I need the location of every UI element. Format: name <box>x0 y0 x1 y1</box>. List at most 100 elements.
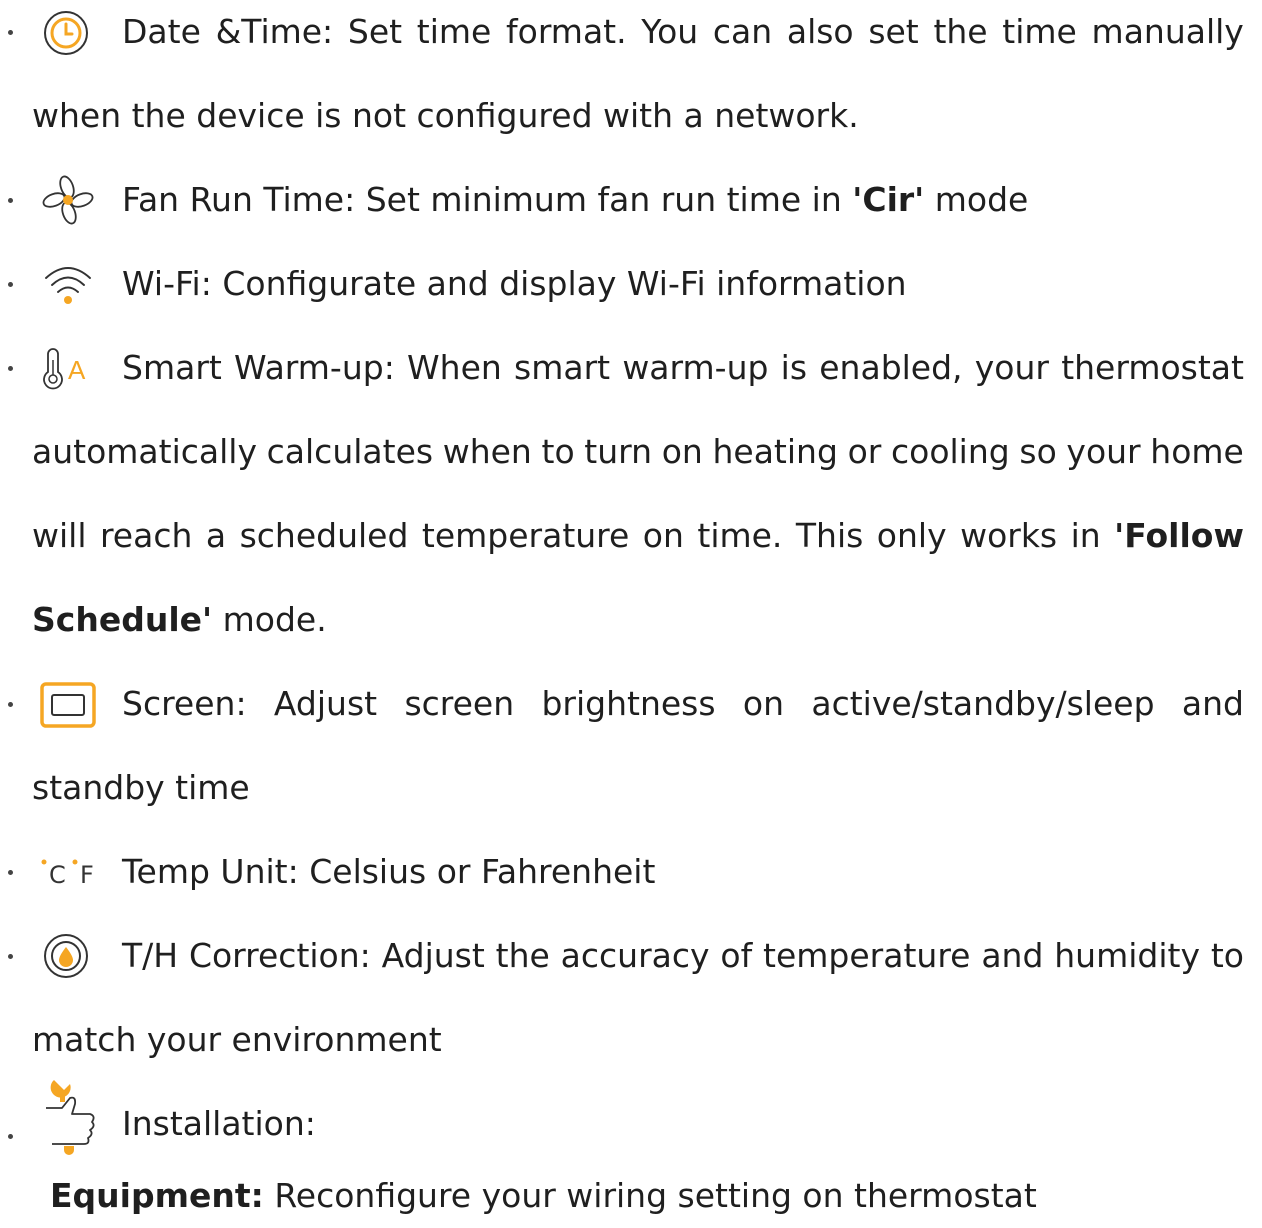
word: screen <box>404 684 515 723</box>
screen-line-2-row: standby time <box>0 758 1262 818</box>
word: accuracy <box>560 936 710 975</box>
word: in <box>1070 516 1101 555</box>
bullet <box>8 1134 13 1139</box>
word: When <box>407 348 502 387</box>
bullet <box>8 198 13 203</box>
screen-line-1: Screen: Adjust screen brightness on active/st… <box>122 674 1244 734</box>
word: temperature <box>763 936 971 975</box>
th-correction-line-2-row: match your environment <box>0 1010 1262 1070</box>
equipment-description: Reconfigure your wiring setting on therm… <box>263 1176 1037 1215</box>
word: also <box>786 12 854 51</box>
word: scheduled <box>239 516 409 555</box>
date-time-line-2: when the device is not configured with a… <box>32 96 859 135</box>
fan-run-time-item: Fan Run Time: Set minimum fan run time i… <box>0 170 1262 230</box>
wrench-hand-icon <box>40 1074 106 1155</box>
word: set <box>868 12 919 51</box>
bullet <box>8 702 13 707</box>
bullet <box>8 870 13 875</box>
word: Adjust <box>381 936 485 975</box>
word: manually <box>1091 12 1244 51</box>
word: can <box>712 12 773 51</box>
word: Date <box>122 12 201 51</box>
word: time. <box>697 516 783 555</box>
bullet <box>8 954 13 959</box>
word: on <box>742 684 785 723</box>
word: to <box>541 432 575 471</box>
word: enabled, <box>819 348 963 387</box>
wifi-item: Wi-Fi: Configurate and display Wi-Fi inf… <box>0 254 1262 314</box>
installation-item: Installation: <box>0 1080 1262 1155</box>
word: to <box>1210 936 1244 975</box>
smart-warmup-item: A Smart Warm-up: When smart warm-up is enabled… <box>0 338 1262 398</box>
equipment-row: Equipment: Reconfigure your wiring setti… <box>0 1166 1262 1226</box>
word: You <box>641 12 699 51</box>
word: automatically <box>32 432 257 471</box>
word: turn <box>584 432 653 471</box>
word: temperature <box>421 516 630 555</box>
temp-unit-item: C F Temp Unit: Celsius or Fahrenheit <box>0 842 1262 902</box>
word: heating <box>712 432 838 471</box>
word: is <box>780 348 808 387</box>
equipment-text: Equipment: Reconfigure your wiring setti… <box>50 1166 1037 1226</box>
word: Smart <box>122 348 222 387</box>
clock-icon <box>38 2 98 62</box>
wifi-text: Wi-Fi: Configurate and display Wi-Fi inf… <box>122 264 907 303</box>
word: format. <box>506 12 627 51</box>
th-correction-line-2: match your environment <box>32 1020 442 1059</box>
word: active/standby/sleep <box>811 684 1155 723</box>
word: so <box>1019 432 1057 471</box>
smart-warmup-line-4: Schedule' mode. <box>32 590 327 650</box>
fan-run-time-text: Fan Run Time: Set minimum fan run time i… <box>122 170 1028 230</box>
word: on <box>661 432 703 471</box>
word: This <box>795 516 864 555</box>
word: Warm-up: <box>234 348 395 387</box>
word: or <box>847 432 882 471</box>
bullet <box>8 282 13 287</box>
word: brightness <box>541 684 716 723</box>
date-time-line-2-row: when the device is not configured with a… <box>0 86 1262 146</box>
temp-unit-text: Temp Unit: Celsius or Fahrenheit <box>122 852 656 891</box>
bullet <box>8 366 13 371</box>
th-correction-line-1: T/H Correction: Adjust the accuracy of tempera… <box>122 926 1244 986</box>
svg-text:C: C <box>49 861 66 889</box>
word: only <box>876 516 947 555</box>
word: works <box>960 516 1058 555</box>
word: cooling <box>890 432 1010 471</box>
mode-suffix: mode. <box>212 600 327 639</box>
cir-mode-label: 'Cir' <box>852 180 925 219</box>
word: humidity <box>1054 936 1200 975</box>
celsius-fahrenheit-icon: C F <box>40 842 110 902</box>
word: calculates <box>266 432 434 471</box>
date-time-line-1: Date &Time: Set time format. You can also set the… <box>122 2 1244 62</box>
svg-text:F: F <box>80 861 94 889</box>
word: Screen: <box>122 684 247 723</box>
installation-text: Installation: <box>122 1104 316 1143</box>
word: warm-up <box>622 348 769 387</box>
word: on <box>642 516 684 555</box>
schedule-mode-label: Schedule' <box>32 600 213 639</box>
date-time-item: Date &Time: Set time format. You can also set the… <box>0 2 1262 62</box>
fan-text-prefix: Fan Run Time: Set minimum fan run time i… <box>122 180 853 219</box>
smart-warmup-line-4-row: Schedule' mode. <box>0 590 1262 650</box>
word: Correction: <box>188 936 371 975</box>
wifi-icon <box>38 254 98 314</box>
th-correction-item: T/H Correction: Adjust the accuracy of tempera… <box>0 926 1262 986</box>
word: home <box>1150 432 1244 471</box>
word: Adjust <box>273 684 378 723</box>
follow-mode-label: 'Follow <box>1114 516 1244 555</box>
word: time <box>416 12 492 51</box>
word: will <box>32 516 87 555</box>
settings-description-document: Date &Time: Set time format. You can also set the… <box>0 0 1262 1228</box>
word: and <box>981 936 1044 975</box>
smart-warmup-line-3: will reach a scheduled temperature on time. Thi… <box>32 506 1244 566</box>
word: when <box>442 432 532 471</box>
word: time <box>1002 12 1077 51</box>
thermometer-auto-icon: A <box>38 338 108 398</box>
word: smart <box>514 348 611 387</box>
fan-icon <box>40 170 100 230</box>
word: of <box>720 936 753 975</box>
word: your <box>1066 432 1141 471</box>
word: T/H <box>122 936 179 975</box>
word: &Time: <box>215 12 334 51</box>
word: and <box>1181 684 1244 723</box>
